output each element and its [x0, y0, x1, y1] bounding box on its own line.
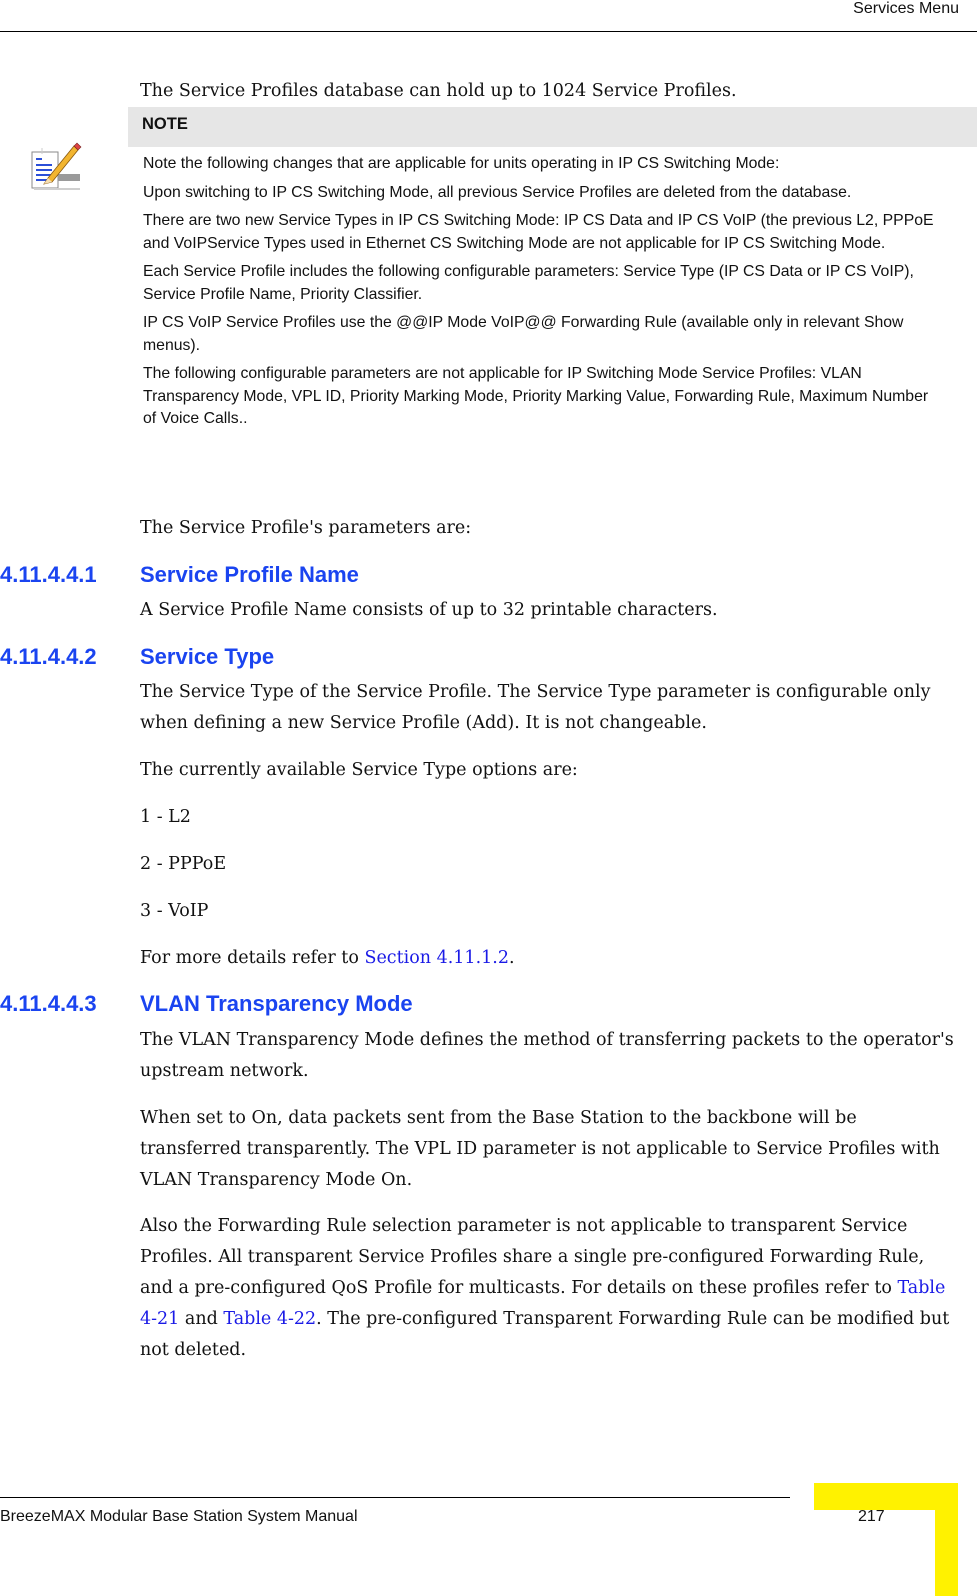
section-body: The Service Type of the Service Profile.…: [140, 682, 931, 733]
section-reference: For more details refer to Section 4.11.1…: [140, 943, 960, 974]
section-number: 4.11.4.4.1: [0, 562, 97, 587]
note-heading-bar: NOTE: [128, 107, 977, 147]
note-heading: NOTE: [142, 115, 188, 133]
header-divider: [0, 31, 977, 32]
option-item: 1 - L2: [140, 807, 191, 827]
note-paragraph: Upon switching to IP CS Switching Mode, …: [143, 183, 852, 201]
section-number: 4.11.4.4.2: [0, 644, 97, 669]
reference-suffix: .: [508, 948, 515, 968]
note-paragraph: The following configurable parameters ar…: [143, 365, 929, 427]
section-number: 4.11.4.4.3: [0, 991, 97, 1016]
body-text: Also the Forwarding Rule selection param…: [140, 1216, 925, 1298]
section-title: VLAN Transparency Mode: [140, 991, 413, 1016]
note-body: Note the following changes that are appl…: [143, 153, 943, 437]
note-pencil-icon: [30, 140, 84, 192]
section-body: When set to On, data packets sent from t…: [140, 1108, 940, 1190]
note-paragraph: IP CS VoIP Service Profiles use the @@IP…: [143, 314, 904, 354]
section-body: A Service Profile Name consists of up to…: [140, 600, 718, 620]
header-title: Services Menu: [853, 0, 959, 17]
section-title: Service Profile Name: [140, 562, 359, 587]
section-title: Service Type: [140, 644, 275, 669]
page-number: 217: [858, 1508, 885, 1525]
link-table-4-22[interactable]: Table 4-22: [223, 1309, 316, 1329]
footer-title: BreezeMAX Modular Base Station System Ma…: [0, 1508, 358, 1525]
note-paragraph: There are two new Service Types in IP CS…: [143, 212, 934, 252]
option-item: 3 - VoIP: [140, 901, 209, 921]
section-body: The VLAN Transparency Mode defines the m…: [140, 1030, 954, 1081]
section-body: Also the Forwarding Rule selection param…: [140, 1211, 960, 1366]
intro-paragraph: The Service Profiles database can hold u…: [140, 81, 737, 101]
body-text: and: [179, 1309, 224, 1329]
note-paragraph: Note the following changes that are appl…: [143, 155, 780, 172]
option-item: 2 - PPPoE: [140, 854, 227, 874]
footer-accent-side: [935, 1483, 958, 1596]
link-section-4-11-1-2[interactable]: Section 4.11.1.2: [364, 948, 509, 968]
options-intro: The currently available Service Type opt…: [140, 760, 578, 780]
footer-divider: [0, 1497, 790, 1498]
params-intro: The Service Profile's parameters are:: [140, 518, 472, 538]
reference-prefix: For more details refer to: [140, 948, 365, 968]
note-paragraph: Each Service Profile includes the follow…: [143, 263, 914, 303]
